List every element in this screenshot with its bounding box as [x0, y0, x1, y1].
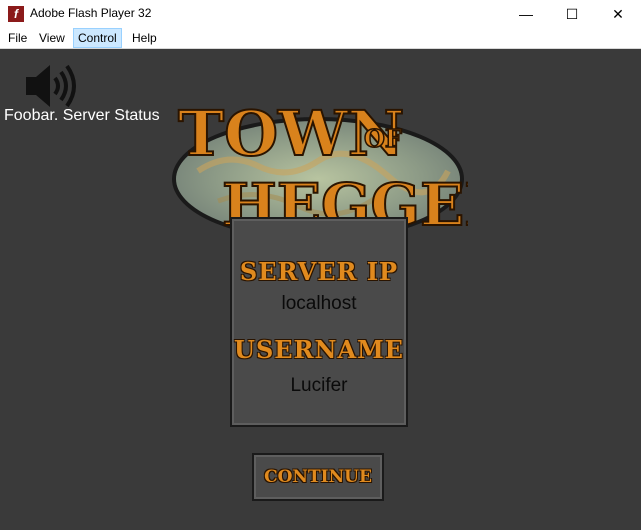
menu-control[interactable]: Control [73, 28, 122, 48]
menu-view[interactable]: View [35, 29, 69, 47]
server-ip-label: SERVER IP [239, 257, 399, 286]
username-label: USERNAME [234, 335, 404, 364]
flash-icon: f [8, 6, 24, 22]
speaker-icon[interactable] [24, 63, 80, 109]
server-status-text: Foobar. Server Status [4, 107, 160, 124]
minimize-button[interactable]: — [503, 0, 549, 28]
continue-button[interactable]: CONTINUE [252, 453, 384, 501]
close-button[interactable]: ✕ [595, 0, 641, 28]
flash-stage: Foobar. Server Status TOWN OF HEGGEN SER… [0, 49, 641, 530]
server-ip-field[interactable]: localhost [232, 293, 406, 315]
menu-help[interactable]: Help [128, 29, 161, 47]
login-panel: SERVER IP localhost USERNAME Lucifer [230, 217, 408, 427]
maximize-button[interactable]: ☐ [549, 0, 595, 28]
menu-file[interactable]: File [4, 29, 31, 47]
username-field[interactable]: Lucifer [232, 375, 406, 397]
logo-of: OF [364, 124, 402, 153]
menu-bar: File View Control Help [0, 28, 641, 49]
window-titlebar: f Adobe Flash Player 32 — ☐ ✕ [0, 0, 641, 28]
window-title: Adobe Flash Player 32 [30, 6, 152, 20]
